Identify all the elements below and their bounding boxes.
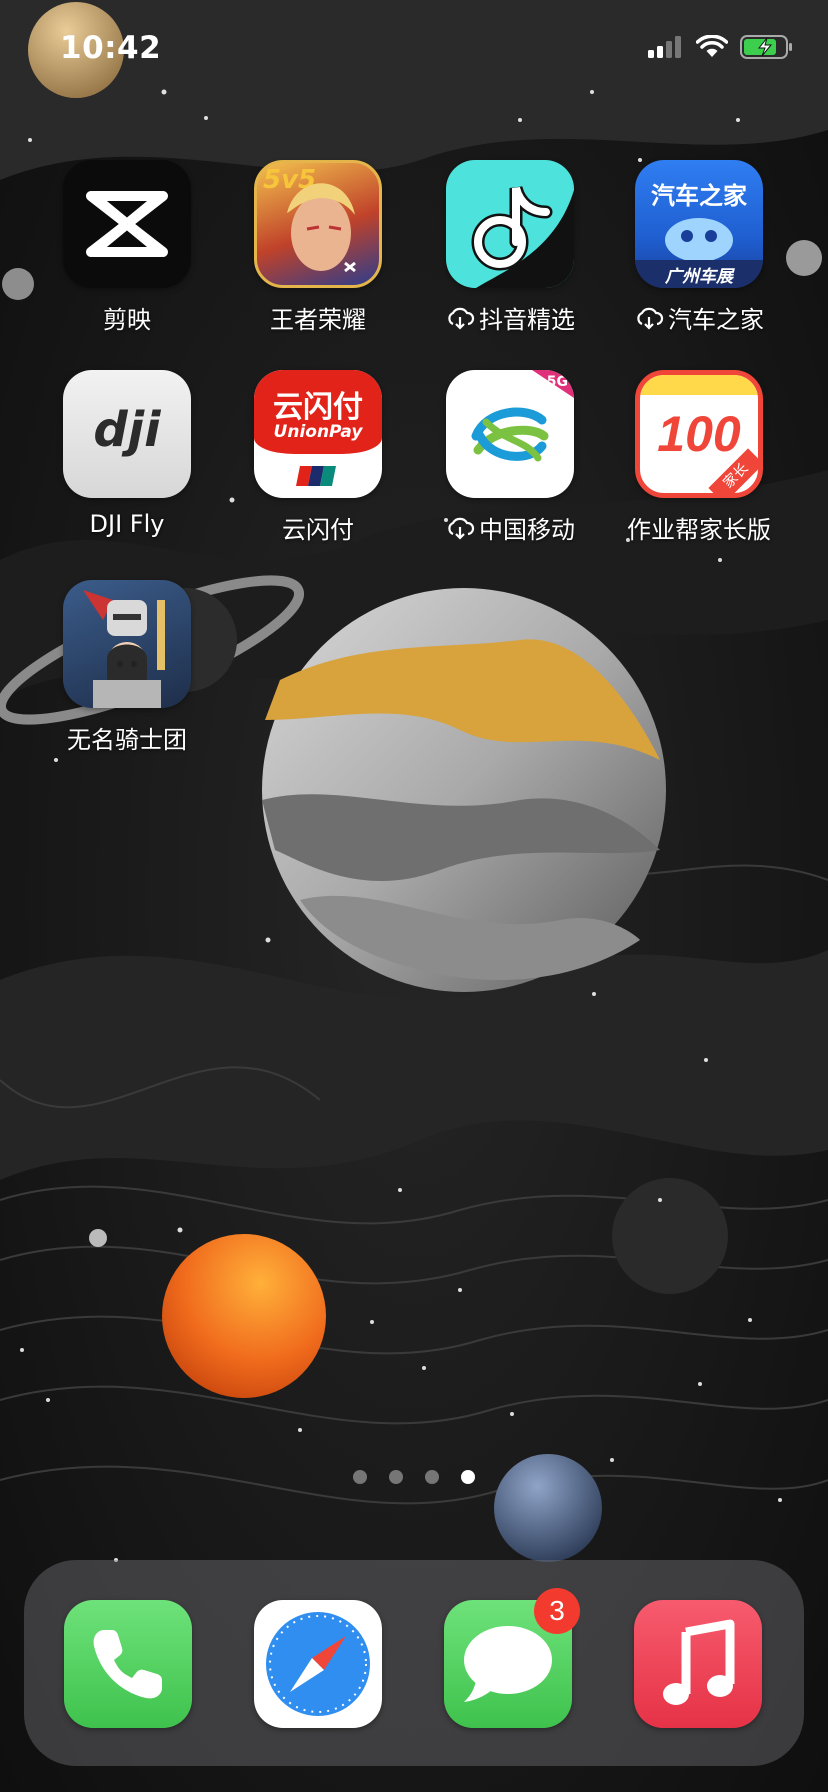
app-label: 汽车之家 xyxy=(668,306,764,334)
cellular-signal-icon xyxy=(648,36,681,58)
page-dot[interactable] xyxy=(389,1470,403,1484)
app-label: 抖音精选 xyxy=(479,306,575,334)
knight-game-icon xyxy=(63,580,191,708)
zuoyebang-icon: 100 家长 xyxy=(635,370,763,498)
app-zuoyebang[interactable]: 100 家长 作业帮家长版 xyxy=(614,370,784,545)
china-mobile-icon: 5G xyxy=(446,370,574,498)
app-capcut[interactable]: 剪映 xyxy=(42,160,212,335)
music-icon xyxy=(634,1600,762,1728)
honor-of-kings-icon: 5v5 xyxy=(254,160,382,288)
app-unionpay[interactable]: 云闪付 UnionPay 云闪付 xyxy=(233,370,403,545)
cloud-download-icon xyxy=(637,307,664,330)
messages-icon: 3 xyxy=(444,1588,580,1728)
page-dot[interactable] xyxy=(425,1470,439,1484)
wifi-icon xyxy=(696,35,728,57)
douyin-icon xyxy=(446,160,574,288)
dji-icon: dji xyxy=(63,370,191,498)
page-dot-active[interactable] xyxy=(461,1470,475,1484)
app-honor-of-kings[interactable]: 5v5 王者荣耀 xyxy=(233,160,403,335)
app-label: 中国移动 xyxy=(479,516,575,544)
autohome-icon: 汽车之家 广州车展 xyxy=(635,160,763,288)
cloud-download-icon xyxy=(448,517,475,540)
app-knight-game[interactable]: 无名骑士团 xyxy=(42,580,212,755)
app-china-mobile[interactable]: 5G 中国移动 xyxy=(425,370,595,545)
app-label: 剪映 xyxy=(103,306,151,334)
dock-app-safari[interactable] xyxy=(233,1600,403,1728)
battery-charging-icon xyxy=(740,35,792,59)
page-indicator[interactable] xyxy=(0,1470,828,1484)
cloud-download-icon xyxy=(448,307,475,330)
dock-app-phone[interactable] xyxy=(43,1600,213,1728)
app-label: 无名骑士团 xyxy=(67,726,187,754)
app-label: 王者荣耀 xyxy=(270,306,366,334)
status-bar: 10:42 xyxy=(0,0,828,100)
dock-app-messages[interactable]: 3 xyxy=(423,1588,593,1728)
app-dji-fly[interactable]: dji DJI Fly xyxy=(42,370,212,538)
safari-icon xyxy=(254,1600,382,1728)
app-label: DJI Fly xyxy=(89,510,165,538)
status-time: 10:42 xyxy=(60,30,162,66)
phone-icon xyxy=(64,1600,192,1728)
capcut-icon xyxy=(63,160,191,288)
dock: 3 xyxy=(24,1560,804,1766)
page-dot[interactable] xyxy=(353,1470,367,1484)
notification-badge: 3 xyxy=(534,1588,580,1634)
dock-app-music[interactable] xyxy=(613,1600,783,1728)
unionpay-icon: 云闪付 UnionPay xyxy=(254,370,382,498)
app-label: 云闪付 xyxy=(282,516,354,544)
app-autohome[interactable]: 汽车之家 广州车展 汽车之家 xyxy=(614,160,784,335)
app-label: 作业帮家长版 xyxy=(627,516,771,544)
app-douyin[interactable]: 抖音精选 xyxy=(425,160,595,335)
